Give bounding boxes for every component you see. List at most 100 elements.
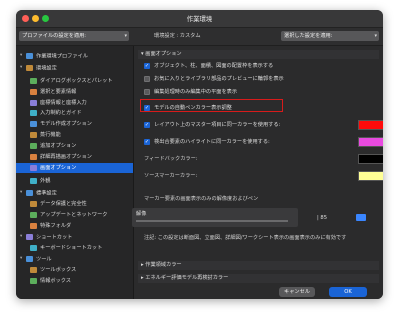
- sidebar-item-icon: [30, 142, 37, 149]
- sidebar-item-icon: [30, 177, 37, 184]
- sidebar-item-label: 外観: [40, 178, 51, 184]
- sidebar-item-label: 蒸行機能: [40, 132, 61, 138]
- sidebar-item[interactable]: アップデートとネットワーク: [16, 210, 133, 220]
- sidebar-item[interactable]: 詳細再描画オプション: [16, 152, 133, 162]
- environment-setting-label: 環境設定 : カスタム: [154, 33, 201, 39]
- sidebar-item-icon: [30, 200, 37, 207]
- checkbox[interactable]: ✓: [144, 138, 150, 145]
- pen-color-icon[interactable]: [356, 214, 366, 221]
- sidebar-item-icon: [30, 88, 37, 95]
- option-row[interactable]: お気に入りとライブラリ部品のプレビューに輪郭を表示: [144, 75, 284, 84]
- sidebar-item[interactable]: データ保護と完全性: [16, 199, 133, 209]
- pen-number-field[interactable]: | 85: [317, 214, 347, 223]
- sidebar-item-icon: [30, 266, 37, 273]
- section-header-display[interactable]: ▾ 画面オプション: [138, 50, 379, 59]
- checkbox[interactable]: ✓: [144, 62, 150, 69]
- sidebar-item-icon: [26, 53, 33, 59]
- sidebar-item-label: ツール: [36, 256, 52, 263]
- sidebar-item[interactable]: ▾ 作業環境プロファイル: [16, 51, 133, 61]
- option-row[interactable]: ✓ オブジェクト、柱、面積、図面の配置枠を表示する: [144, 62, 273, 71]
- sidebar-item-icon: [26, 256, 33, 262]
- source-marker-color-label: ソースマーカーカラー:: [144, 173, 198, 179]
- sidebar-item-icon: [30, 77, 37, 84]
- sidebar-item-label: 情報ボックス: [40, 278, 71, 284]
- sidebar-item-label: 追加オプション: [40, 143, 77, 149]
- dialog-footer: キャンセル OK: [134, 287, 383, 299]
- section-title: エネルギー評価モデル再検討カラー: [145, 275, 229, 281]
- sidebar-item[interactable]: 追加オプション: [16, 141, 133, 151]
- sidebar-item-label: 画面オプション: [40, 165, 77, 171]
- sidebar-item[interactable]: 外観: [16, 176, 133, 186]
- sidebar-item[interactable]: 特殊フォルダ: [16, 221, 133, 231]
- sidebar-item-label: 入力制約とガイド: [40, 110, 82, 116]
- feedback-color-label: フィードバックカラー:: [144, 156, 198, 162]
- options-panel: ▾ 画面オプション ✓ オブジェクト、柱、面積、図面の配置枠を表示する お気に入り…: [134, 46, 383, 299]
- sidebar-item[interactable]: 画面オプション: [16, 163, 133, 173]
- sidebar-item-icon: [26, 234, 33, 240]
- sidebar-item-icon: [30, 222, 37, 229]
- sidebar-item-icon: [30, 277, 37, 284]
- sidebar-item[interactable]: ダイアログボックスとパレット: [16, 76, 133, 86]
- feedback-color-swatch[interactable]: [358, 154, 383, 164]
- sidebar-item[interactable]: ▾ ツール: [16, 254, 133, 264]
- window-title: 作業環境: [186, 15, 213, 23]
- apply-selected-popup[interactable]: 選択した設定を適用: ▾: [281, 31, 379, 41]
- sidebar-item[interactable]: ▾ ショートカット: [16, 232, 133, 242]
- sidebar-item-icon: [30, 164, 37, 171]
- sidebar-item[interactable]: 座標情報と座標入力: [16, 98, 133, 108]
- pen-slider-tick-icon: |: [317, 215, 319, 221]
- apply-profile-label: プロファイルの設定を適用:: [22, 33, 86, 39]
- apply-profile-popup[interactable]: プロファイルの設定を適用: ▾: [19, 31, 129, 41]
- sidebar-item-icon: [30, 211, 37, 218]
- disclosure-icon: ▸: [141, 262, 144, 268]
- sidebar-item-icon: [30, 109, 37, 116]
- sidebar-item-label: 標準設定: [36, 190, 57, 197]
- sidebar-item-icon: [30, 120, 37, 127]
- section-header-energy-colors[interactable]: ▸ エネルギー評価モデル再検討カラー: [138, 274, 379, 283]
- sidebar-item-label: 特殊フォルダ: [40, 223, 72, 229]
- ok-button[interactable]: OK: [329, 287, 367, 297]
- sidebar-item[interactable]: 情報ボックス: [16, 276, 133, 286]
- source-marker-color-swatch[interactable]: [358, 171, 383, 181]
- cancel-button[interactable]: キャンセル: [279, 287, 315, 297]
- annotation-highlight-box: [140, 99, 283, 112]
- sidebar-item-label: アップデートとネットワーク: [40, 212, 108, 218]
- section-header-workspace-colors[interactable]: ▸ 作業領域カラー: [138, 261, 379, 270]
- option-label: オブジェクト、柱、面積、図面の配置枠を表示する: [154, 63, 274, 69]
- section-title: 作業領域カラー: [145, 262, 182, 268]
- sidebar-item[interactable]: 入力制約とガイド: [16, 108, 133, 118]
- apply-selected-label: 選択した設定を適用:: [284, 33, 333, 39]
- sidebar-item-label: ダイアログボックスとパレット: [40, 78, 113, 84]
- slider-track[interactable]: [136, 220, 288, 222]
- sidebar-item[interactable]: モデル作成オプション: [16, 119, 133, 129]
- sidebar-item-icon: [30, 244, 37, 251]
- sidebar-tree: ▾ 作業環境プロファイル ▾ 環境設定ダイアログボックスとパレット選択と要素情報 座標情…: [16, 46, 134, 299]
- sidebar-item[interactable]: 蒸行機能: [16, 130, 133, 140]
- highlight-color-swatch[interactable]: [358, 137, 383, 147]
- disclosure-icon: ▸: [141, 275, 144, 281]
- sidebar-item-icon: [26, 65, 33, 71]
- checkbox[interactable]: [144, 75, 150, 82]
- checkbox[interactable]: [144, 88, 150, 95]
- sidebar-item-label: データ保護と完全性: [40, 201, 87, 207]
- option-row[interactable]: 編集処理時のみ編集中の平面を表示: [144, 88, 237, 97]
- preferences-window: 作業環境 プロファイルの設定を適用: ▾ 環境設定 : カスタム 選択した設定を…: [16, 10, 383, 299]
- sidebar-item[interactable]: キーボードショートカット: [16, 243, 133, 253]
- sidebar-item[interactable]: 選択と要素情報: [16, 87, 133, 97]
- sidebar-item[interactable]: ▾ 環境設定: [16, 63, 133, 73]
- slider-label: 解像: [136, 211, 147, 217]
- sidebar-item[interactable]: ツールボックス: [16, 265, 133, 275]
- chevron-down-icon: ▾: [374, 33, 377, 39]
- resolution-slider[interactable]: 解像: [132, 208, 298, 227]
- sidebar-item-label: モデル作成オプション: [40, 121, 92, 127]
- title-bar: 作業環境: [16, 10, 383, 28]
- sidebar-item[interactable]: ▾ 標準設定: [16, 188, 133, 198]
- marquee-color-swatch[interactable]: [358, 120, 383, 130]
- sidebar-item-label: ショートカット: [36, 234, 73, 241]
- sidebar-item-label: 詳細再描画オプション: [40, 154, 92, 160]
- checkbox[interactable]: ✓: [144, 121, 150, 128]
- sidebar-item-icon: [30, 153, 37, 160]
- marquee-color-row[interactable]: ✓ レイアウト上のマスター項目に同一カラーを使用する:: [144, 121, 280, 130]
- highlight-color-row[interactable]: ✓ 検出合要素のハイライトに同一カラーを使用する:: [144, 138, 270, 147]
- section-title: 画面オプション: [145, 51, 182, 57]
